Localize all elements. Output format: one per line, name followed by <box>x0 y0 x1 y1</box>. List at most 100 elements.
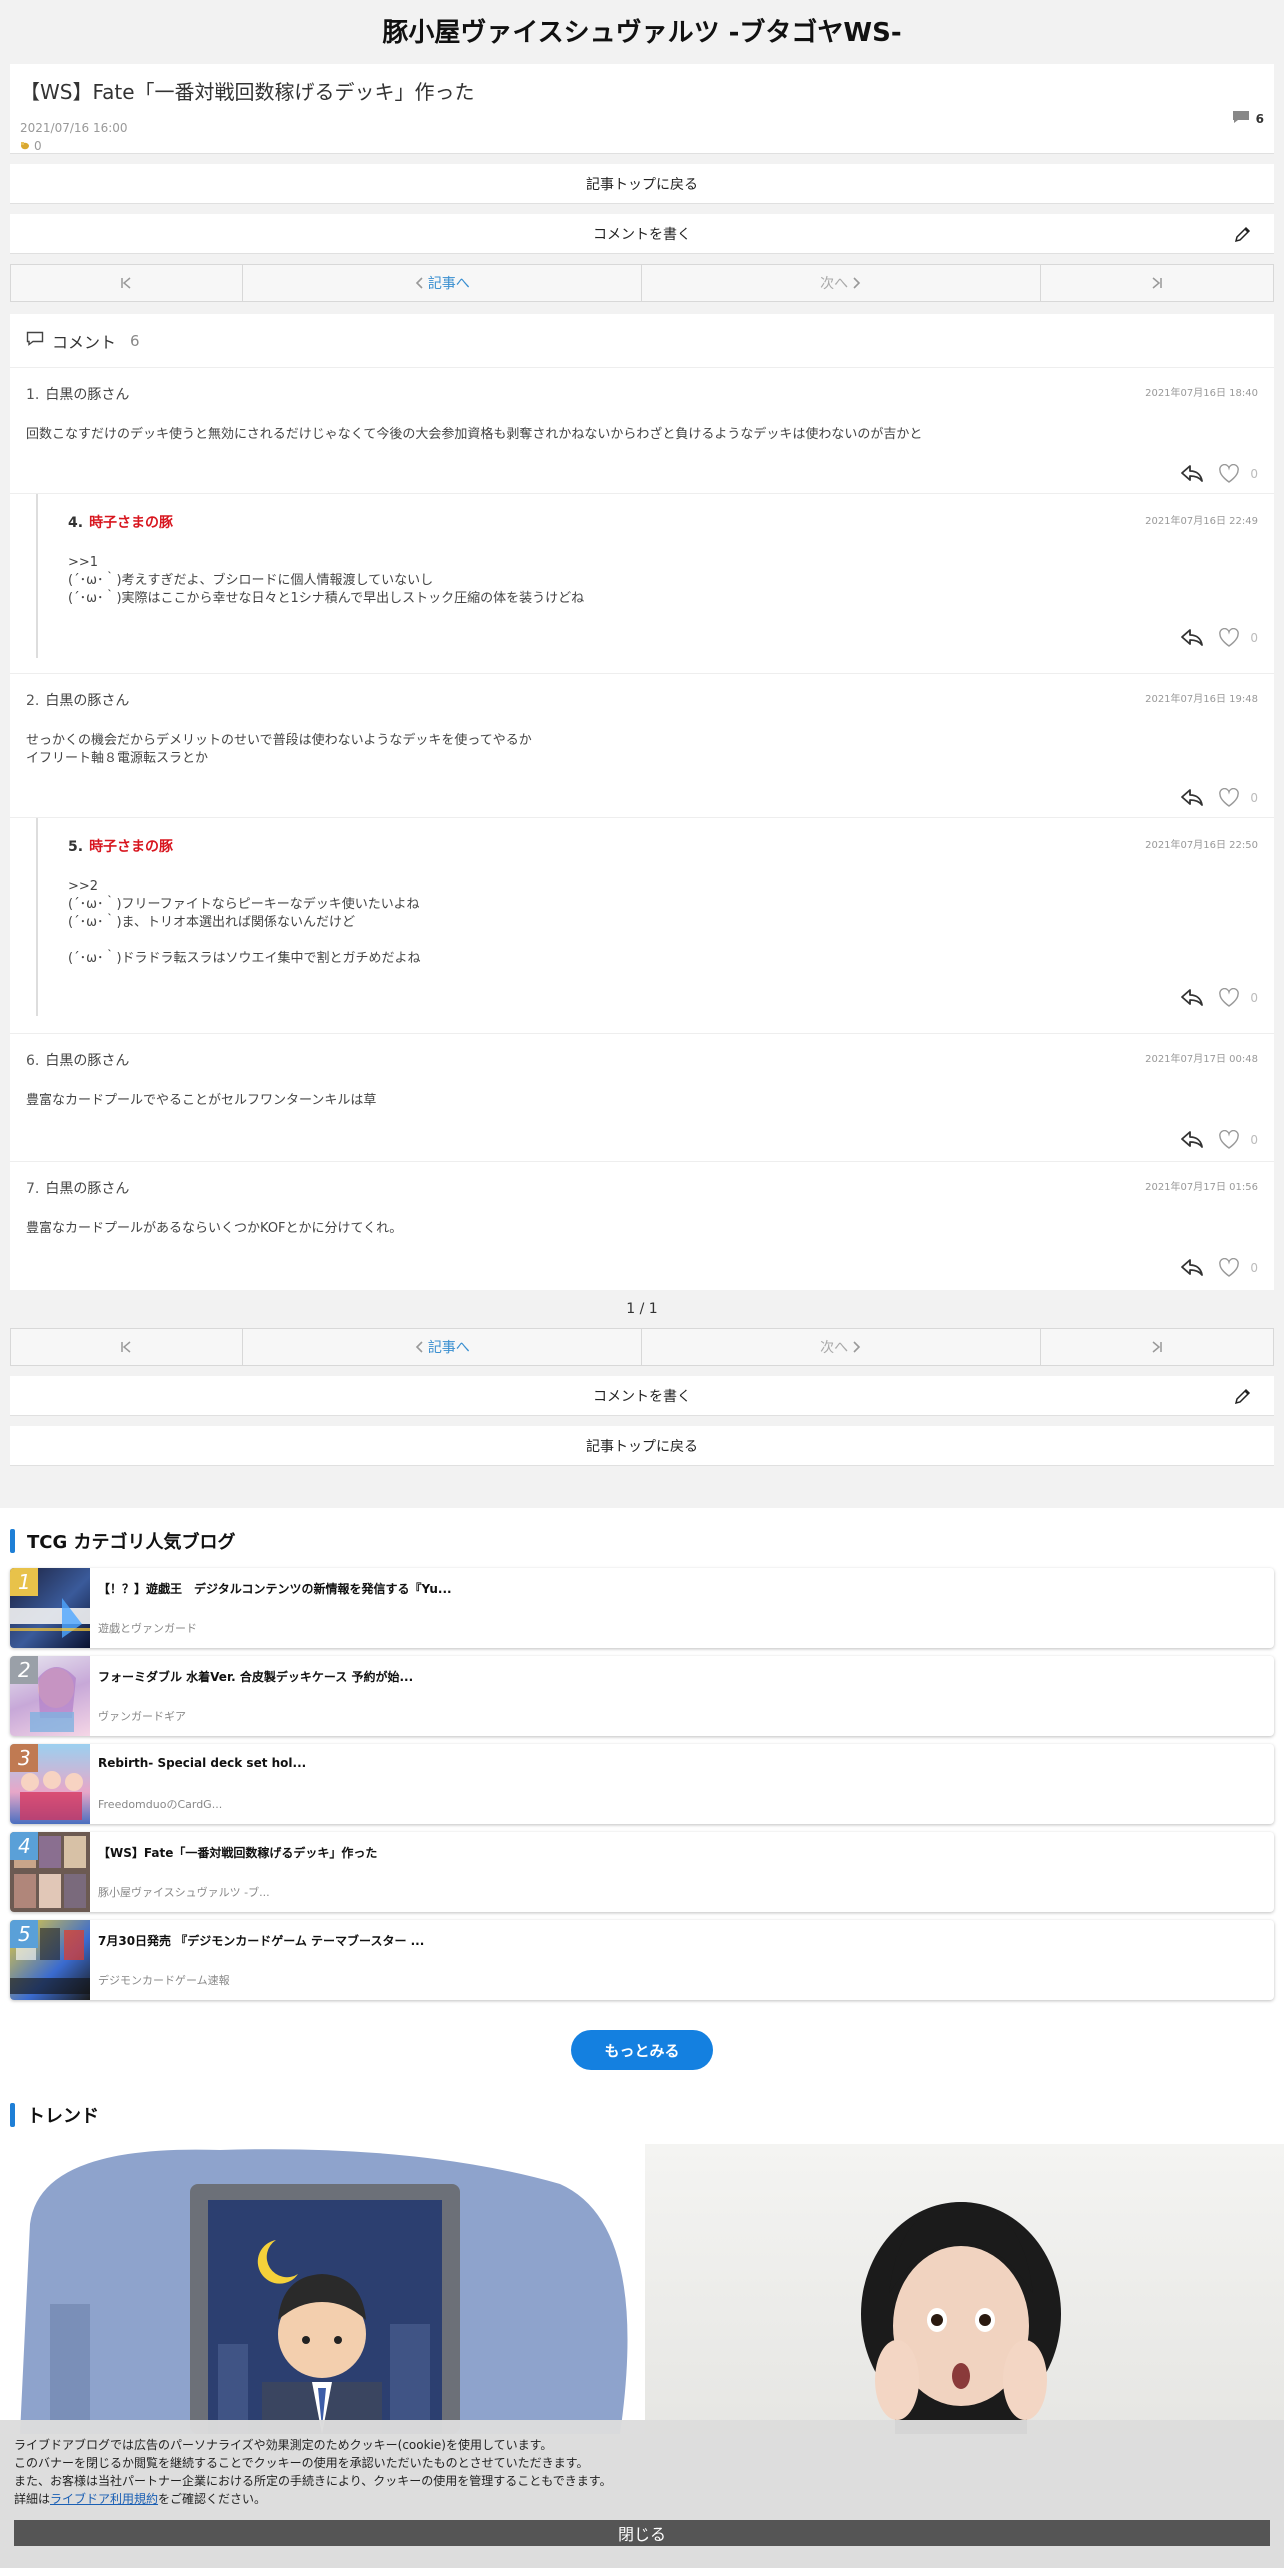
cookie-banner: ライブドアブログでは広告のパーソナライズや効果測定のためクッキー(cookie)… <box>0 2420 1284 2568</box>
ranking-item[interactable]: 5 7月30日発売 『デジモンカードゲーム テーマブースター ... デジモンカ… <box>10 1920 1274 2000</box>
write-comment-label: コメントを書く <box>593 226 691 243</box>
chevron-right-icon <box>853 277 861 289</box>
to-article-label: 記事へ <box>427 1340 470 1356</box>
rank-number: 1 <box>10 1568 38 1596</box>
comment-body: >>2 (´･ω･｀)フリーファイトならピーキーなデッキ使いたいよね (´･ω･… <box>68 879 421 966</box>
like-button[interactable]: 0 <box>1218 464 1258 484</box>
comment-reply: 4. 時子さまの豚 2021年07月16日 22:49 >>1 (´･ω･｀)考え… <box>36 494 1258 658</box>
write-comment-button[interactable]: コメントを書く <box>10 214 1274 254</box>
reply-icon[interactable] <box>1180 628 1204 649</box>
cookie-line-post: をご確認ください。 <box>158 2492 267 2506</box>
pencil-icon <box>1234 1387 1252 1409</box>
more-button[interactable]: もっとみる <box>571 2030 713 2070</box>
back-to-article-top-button[interactable]: 記事トップに戻る <box>10 164 1274 204</box>
heart-icon <box>1219 628 1240 647</box>
last-page-icon <box>1152 277 1162 289</box>
comment-body: せっかくの機会だからデメリットのせいで普段は使わないようなデッキを使ってやるか … <box>26 733 532 766</box>
trend-image-surprised-woman[interactable] <box>645 2144 1284 2434</box>
like-button[interactable]: 0 <box>1218 1258 1258 1278</box>
comment-author: 時子さまの豚 <box>89 839 174 855</box>
ranking-item[interactable]: 4 【WS】Fate「一番対戦回数稼げるデッキ」作った 豚小屋ヴァイスシュヴァル… <box>10 1832 1274 1912</box>
article-comment-count[interactable]: 6 <box>1232 110 1264 127</box>
heart-icon <box>1219 788 1240 807</box>
last-page-button[interactable] <box>1041 265 1273 301</box>
pencil-icon <box>1234 225 1252 247</box>
comment-number: 1. <box>26 387 40 403</box>
comment-body: 回数こなすだけのデッキ使うと無効にされるだけじゃなくて今後の大会参加資格も剥奪さ… <box>26 427 923 442</box>
ranking-item-title: 7月30日発売 『デジモンカードゲーム テーマブースター ... <box>98 1934 425 1948</box>
reply-icon[interactable] <box>1180 988 1204 1009</box>
comment-date: 2021年07月17日 01:56 <box>1145 1182 1258 1193</box>
next-label: 次へ <box>820 1340 849 1356</box>
next-label: 次へ <box>820 276 849 292</box>
trend-image-businessman[interactable] <box>0 2144 639 2434</box>
comment-number: 5. <box>68 839 84 855</box>
ranking-item-blog: デジモンカードゲーム速報 <box>98 1974 230 1987</box>
ranking-item[interactable]: 1 【！？】遊戯王 デジタルコンテンツの新情報を発信する『Yu... 遊戯とヴァ… <box>10 1568 1274 1648</box>
ranking-item[interactable]: 2 フォーミダブル 水着Ver. 合皮製デッキケース 予約が始... ヴァンガー… <box>10 1656 1274 1736</box>
ranking-item-title: 【WS】Fate「一番対戦回数稼げるデッキ」作った <box>98 1846 378 1860</box>
to-article-button[interactable]: 記事へ <box>243 1329 642 1365</box>
ranking-item-blog: ヴァンガードギア <box>98 1710 186 1723</box>
write-comment-button[interactable]: コメントを書く <box>10 1376 1274 1416</box>
ranking-title: TCG カテゴリ人気ブログ <box>0 1524 1284 1558</box>
comment-author: 白黒の豚さん <box>45 387 130 403</box>
trend-title-text: トレンド <box>27 2106 99 2127</box>
comment-number: 4. <box>68 515 84 531</box>
rank-number: 2 <box>10 1656 38 1684</box>
comment-item: 1. 白黒の豚さん 2021年07月16日 18:40 回数こなすだけのデッキ使う… <box>10 368 1274 494</box>
comment-body: 豊富なカードプールでやることがセルフワンターンキルは草 <box>26 1093 377 1108</box>
heart-icon <box>1219 464 1240 483</box>
like-button[interactable]: 0 <box>1218 628 1258 648</box>
article-likes-count: 0 <box>34 139 42 153</box>
like-count: 0 <box>1250 631 1258 645</box>
reply-icon[interactable] <box>1180 1258 1204 1279</box>
reply-icon[interactable] <box>1180 1130 1204 1151</box>
comment-bubble-icon <box>1232 110 1250 127</box>
reply-icon[interactable] <box>1180 464 1204 485</box>
cookie-close-button[interactable]: 閉じる <box>14 2520 1270 2546</box>
like-button[interactable]: 0 <box>1218 788 1258 808</box>
article-likes: 0 <box>20 139 1264 153</box>
first-page-button[interactable] <box>11 1329 243 1365</box>
comment-author: 白黒の豚さん <box>45 1053 130 1069</box>
to-article-button[interactable]: 記事へ <box>243 265 642 301</box>
rank-number: 3 <box>10 1744 38 1772</box>
chevron-left-icon <box>415 1341 423 1353</box>
comments-header: コメント 6 <box>10 314 1274 368</box>
ranking-item-title: Rebirth- Special deck set hol... <box>98 1756 307 1770</box>
like-button[interactable]: 0 <box>1218 988 1258 1008</box>
comment-number: 2. <box>26 693 40 709</box>
comments-count: 6 <box>130 331 140 350</box>
ranking-item-blog: 豚小屋ヴァイスシュヴァルツ -ブ... <box>98 1886 270 1899</box>
chevron-left-icon <box>415 277 423 289</box>
like-button[interactable]: 0 <box>1218 1130 1258 1150</box>
ranking-item[interactable]: 3 Rebirth- Special deck set hol... Freed… <box>10 1744 1274 1824</box>
article-header: 【WS】Fate「一番対戦回数稼げるデッキ」作った 2021/07/16 16:… <box>10 64 1274 154</box>
heart-icon <box>1219 988 1240 1007</box>
rank-number: 4 <box>10 1832 38 1860</box>
next-button: 次へ <box>642 1329 1042 1365</box>
cookie-line-pre: 詳細は <box>14 2492 51 2506</box>
last-page-button[interactable] <box>1041 1329 1273 1365</box>
comment-number: 6. <box>26 1053 40 1069</box>
comment-reply-wrap: 4. 時子さまの豚 2021年07月16日 22:49 >>1 (´･ω･｀)考え… <box>10 494 1274 674</box>
reply-icon[interactable] <box>1180 788 1204 809</box>
like-count: 0 <box>1250 1133 1258 1147</box>
article-date: 2021/07/16 16:00 <box>20 121 128 135</box>
cookie-text: ライブドアブログでは広告のパーソナライズや効果測定のためクッキー(cookie)… <box>14 2436 1270 2508</box>
trend-title: トレンド <box>0 2096 1284 2130</box>
comment-item: 2. 白黒の豚さん 2021年07月16日 19:48 せっかくの機会だからデメリ… <box>10 674 1274 818</box>
comment-number: 7. <box>26 1181 40 1197</box>
ranking-title-text: TCG カテゴリ人気ブログ <box>27 1532 236 1553</box>
comment-item: 7. 白黒の豚さん 2021年07月17日 01:56 豊富なカードプールがあるな… <box>10 1162 1274 1290</box>
comment-date: 2021年07月17日 00:48 <box>1145 1054 1258 1065</box>
first-page-button[interactable] <box>11 265 243 301</box>
chevron-right-icon <box>853 1341 861 1353</box>
back-to-article-top-button[interactable]: 記事トップに戻る <box>10 1426 1274 1466</box>
terms-link[interactable]: ライブドア利用規約 <box>50 2492 158 2506</box>
comment-body: 豊富なカードプールがあるならいくつかKOFとかに分けてくれ。 <box>26 1221 403 1236</box>
trend-grid <box>0 2130 1284 2434</box>
site-title[interactable]: 豚小屋ヴァイスシュヴァルツ -ブタゴヤWS- <box>0 0 1284 64</box>
comment-reply: 5. 時子さまの豚 2021年07月16日 22:50 >>2 (´･ω･｀)フリ… <box>36 818 1258 1016</box>
